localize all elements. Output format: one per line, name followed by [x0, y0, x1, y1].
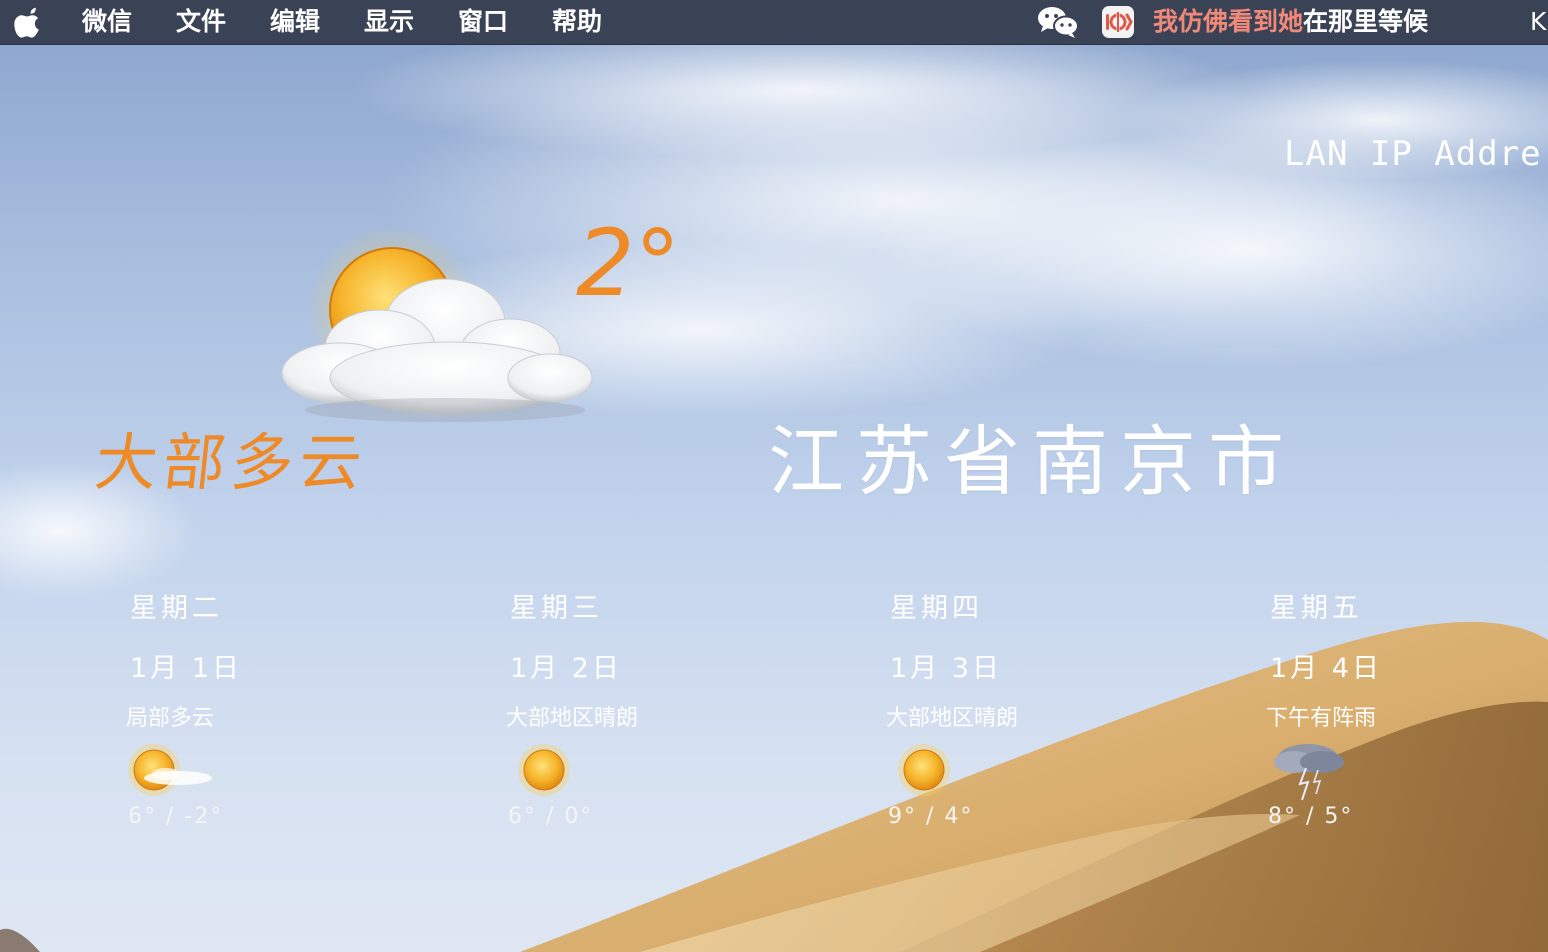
- forecast-day: 星期二 1月 1日 局部多云 6° / -2°: [126, 586, 426, 846]
- forecast-date: 1月 4日: [1270, 653, 1382, 684]
- forecast-day: 星期三 1月 2日 大部地区晴朗 6° / 0°: [506, 586, 806, 846]
- forecast-condition: 局部多云: [126, 706, 215, 731]
- menu-app-wechat[interactable]: 微信: [82, 5, 132, 39]
- forecast-date: 1月 2日: [510, 653, 622, 684]
- forecast-temperature-range: 6° / -2°: [128, 804, 224, 829]
- menubar-trailing-item[interactable]: K: [1530, 5, 1546, 39]
- forecast-date: 1月 3日: [890, 653, 1002, 684]
- forecast-temperature-range: 9° / 4°: [888, 804, 974, 829]
- forecast-condition: 下午有阵雨: [1266, 706, 1377, 731]
- sun-icon: [518, 744, 570, 796]
- thunderstorm-icon: [1274, 744, 1344, 801]
- forecast-condition: 大部地区晴朗: [506, 706, 639, 731]
- forecast-weekday: 星期三: [510, 593, 603, 624]
- lyric-remaining-part: 在那里等候: [1303, 7, 1429, 36]
- menu-window[interactable]: 窗口: [458, 5, 508, 39]
- forecast-weekday: 星期二: [130, 593, 223, 624]
- lyric-played-part: 我仿佛看到她: [1153, 7, 1304, 36]
- sun-icon: [898, 744, 950, 796]
- forecast-temperature-range: 8° / 5°: [1268, 804, 1354, 829]
- current-temperature: 2°: [576, 210, 681, 317]
- apple-menu-icon[interactable]: [14, 5, 44, 39]
- forecast-day: 星期五 1月 4日 下午有阵雨 8° / 5°: [1266, 586, 1548, 846]
- music-player-icon[interactable]: [1102, 6, 1134, 38]
- partly-cloudy-icon: [281, 228, 593, 422]
- forecast-temperature-range: 6° / 0°: [508, 804, 594, 829]
- current-condition: 大部多云: [91, 426, 372, 499]
- menu-edit[interactable]: 编辑: [270, 5, 320, 39]
- forecast-date: 1月 1日: [130, 653, 242, 684]
- menu-file[interactable]: 文件: [176, 5, 226, 39]
- desktop: 微信 文件 编辑 显示 窗口 帮助 我仿佛看到她在那里等候 K LAN IP A…: [0, 0, 1548, 952]
- partly-cloudy-icon: [128, 744, 212, 796]
- city-name: 江苏省南京市: [768, 417, 1296, 506]
- lan-ip-label: LAN IP Addre: [1284, 134, 1542, 174]
- menu-view[interactable]: 显示: [364, 5, 414, 39]
- forecast-condition: 大部地区晴朗: [886, 706, 1019, 731]
- menu-bar: 微信 文件 编辑 显示 窗口 帮助 我仿佛看到她在那里等候 K: [0, 0, 1548, 45]
- forecast-weekday: 星期五: [1270, 593, 1363, 624]
- wechat-status-icon[interactable]: [1036, 5, 1080, 39]
- menubar-lyrics[interactable]: 我仿佛看到她在那里等候: [1153, 5, 1428, 39]
- forecast-day: 星期四 1月 3日 大部地区晴朗 9° / 4°: [886, 586, 1186, 846]
- forecast-weekday: 星期四: [890, 593, 983, 624]
- menu-help[interactable]: 帮助: [552, 5, 602, 39]
